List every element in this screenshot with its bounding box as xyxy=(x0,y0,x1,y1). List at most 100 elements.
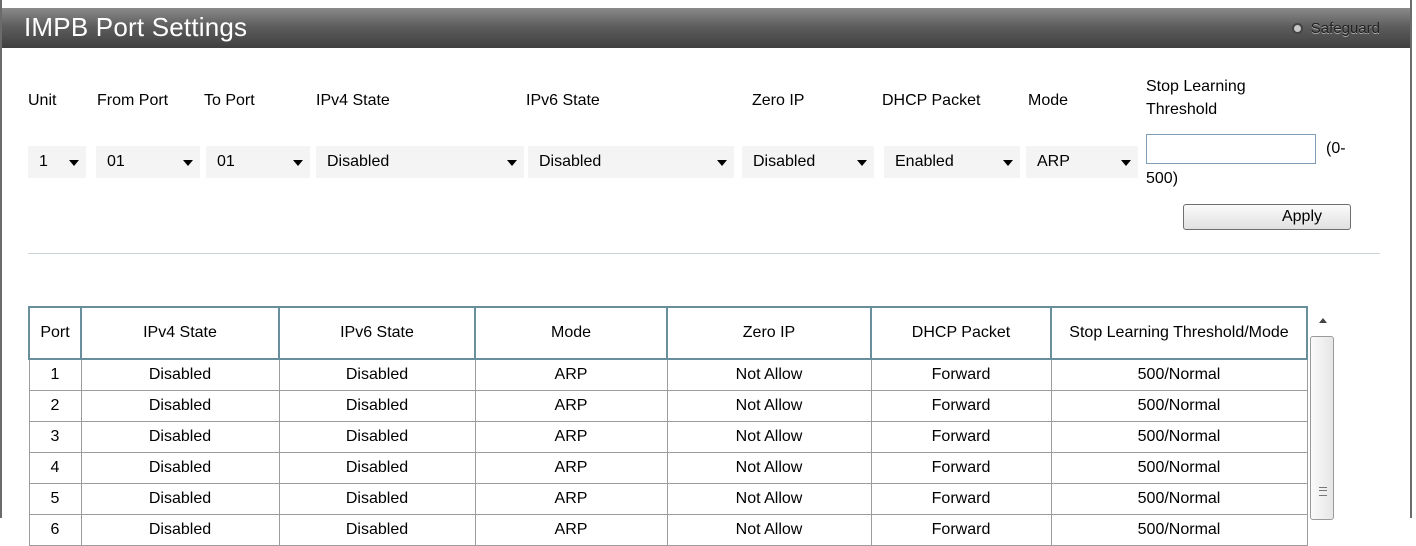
to-port-select-value: 01 xyxy=(217,153,235,170)
cell-ipv6-state: Disabled xyxy=(278,483,476,515)
cell-ipv6-state: Disabled xyxy=(278,358,476,391)
ipv4-state-select[interactable]: Disabled xyxy=(316,146,524,178)
header-ipv4-state: IPv4 State xyxy=(80,306,280,360)
cell-stop-learning: 500/Normal xyxy=(1050,452,1308,484)
cell-ipv6-state: Disabled xyxy=(278,421,476,453)
cell-dhcp-packet: Forward xyxy=(870,421,1052,453)
unit-select[interactable]: 1 xyxy=(28,146,86,178)
threshold-range-part1: (0- xyxy=(1326,140,1346,157)
table-scrollbar[interactable] xyxy=(1309,306,1337,520)
cell-mode: ARP xyxy=(474,452,668,484)
cell-zero-ip: Not Allow xyxy=(666,421,872,453)
cell-mode: ARP xyxy=(474,390,668,422)
chevron-down-icon xyxy=(857,160,867,166)
cell-ipv4-state: Disabled xyxy=(80,358,280,391)
cell-dhcp-packet: Forward xyxy=(870,452,1052,484)
cell-mode: ARP xyxy=(474,421,668,453)
ipv6-state-label: IPv6 State xyxy=(526,92,600,109)
cell-zero-ip: Not Allow xyxy=(666,452,872,484)
from-port-select-value: 01 xyxy=(107,153,125,170)
grip-icon xyxy=(1319,487,1327,496)
dhcp-packet-select-value: Enabled xyxy=(895,153,954,170)
from-port-select[interactable]: 01 xyxy=(96,146,200,178)
port-settings-table: Port IPv4 State IPv6 State Mode Zero IP … xyxy=(28,306,1308,546)
zero-ip-select[interactable]: Disabled xyxy=(742,146,874,178)
to-port-select[interactable]: 01 xyxy=(206,146,310,178)
cell-dhcp-packet: Forward xyxy=(870,390,1052,422)
to-port-label: To Port xyxy=(204,92,255,109)
mode-select[interactable]: ARP xyxy=(1026,146,1138,178)
cell-port: 3 xyxy=(28,421,82,453)
port-table-container: Port IPv4 State IPv6 State Mode Zero IP … xyxy=(28,306,1308,546)
dhcp-packet-label: DHCP Packet xyxy=(882,92,981,109)
chevron-down-icon xyxy=(1121,160,1131,166)
chevron-down-icon xyxy=(183,160,193,166)
header-port: Port xyxy=(28,306,82,360)
cell-ipv4-state: Disabled xyxy=(80,421,280,453)
cell-mode: ARP xyxy=(474,483,668,515)
table-row: 6 Disabled Disabled ARP Not Allow Forwar… xyxy=(28,514,1308,546)
zero-ip-select-value: Disabled xyxy=(753,153,816,170)
chevron-down-icon xyxy=(293,160,303,166)
ipv4-state-label: IPv4 State xyxy=(316,92,390,109)
radio-circle-icon xyxy=(1291,22,1303,34)
cell-dhcp-packet: Forward xyxy=(870,483,1052,515)
stop-learning-label-line1: Stop Learning xyxy=(1146,78,1246,95)
cell-mode: ARP xyxy=(474,514,668,546)
cell-ipv4-state: Disabled xyxy=(80,514,280,546)
section-divider xyxy=(28,253,1380,254)
cell-dhcp-packet: Forward xyxy=(870,514,1052,546)
threshold-input[interactable] xyxy=(1146,134,1316,164)
chevron-down-icon xyxy=(1003,160,1013,166)
safeguard-indicator[interactable]: Safeguard xyxy=(1291,18,1380,38)
cell-port: 5 xyxy=(28,483,82,515)
ipv4-state-select-value: Disabled xyxy=(327,153,390,170)
cell-stop-learning: 500/Normal xyxy=(1050,421,1308,453)
unit-select-value: 1 xyxy=(39,153,48,170)
apply-button-label: Apply xyxy=(1281,208,1323,225)
header-dhcp-packet: DHCP Packet xyxy=(870,306,1052,360)
cell-stop-learning: 500/Normal xyxy=(1050,514,1308,546)
cell-zero-ip: Not Allow xyxy=(666,358,872,391)
chevron-down-icon xyxy=(507,160,517,166)
apply-button[interactable]: Apply xyxy=(1183,204,1351,230)
stop-learning-label-line2: Threshold xyxy=(1146,101,1218,118)
cell-stop-learning: 500/Normal xyxy=(1050,483,1308,515)
cell-port: 4 xyxy=(28,452,82,484)
title-bar: IMPB Port Settings Safeguard xyxy=(2,8,1410,48)
cell-port: 2 xyxy=(28,390,82,422)
cell-ipv4-state: Disabled xyxy=(80,483,280,515)
cell-ipv4-state: Disabled xyxy=(80,390,280,422)
cell-stop-learning: 500/Normal xyxy=(1050,390,1308,422)
safeguard-label: Safeguard xyxy=(1310,19,1380,37)
arrow-up-icon[interactable] xyxy=(1319,318,1327,323)
mode-label: Mode xyxy=(1028,92,1069,109)
header-ipv6-state: IPv6 State xyxy=(278,306,476,360)
header-stop-learning: Stop Learning Threshold/Mode xyxy=(1050,306,1308,360)
chevron-down-icon xyxy=(69,160,79,166)
cell-ipv6-state: Disabled xyxy=(278,390,476,422)
header-mode: Mode xyxy=(474,306,668,360)
unit-label: Unit xyxy=(28,92,57,109)
cell-port: 1 xyxy=(28,358,82,391)
table-row: 4 Disabled Disabled ARP Not Allow Forwar… xyxy=(28,452,1308,484)
cell-mode: ARP xyxy=(474,358,668,391)
chevron-down-icon xyxy=(717,160,727,166)
cell-stop-learning: 500/Normal xyxy=(1050,358,1308,391)
cell-port: 6 xyxy=(28,514,82,546)
table-row: 3 Disabled Disabled ARP Not Allow Forwar… xyxy=(28,421,1308,453)
ipv6-state-select[interactable]: Disabled xyxy=(528,146,734,178)
table-row: 5 Disabled Disabled ARP Not Allow Forwar… xyxy=(28,483,1308,515)
cell-ipv4-state: Disabled xyxy=(80,452,280,484)
cell-zero-ip: Not Allow xyxy=(666,514,872,546)
scrollbar-thumb[interactable] xyxy=(1310,336,1334,520)
header-zero-ip: Zero IP xyxy=(666,306,872,360)
cell-ipv6-state: Disabled xyxy=(278,452,476,484)
dhcp-packet-select[interactable]: Enabled xyxy=(884,146,1020,178)
threshold-range-part2: 500) xyxy=(1146,170,1179,187)
zero-ip-label: Zero IP xyxy=(752,92,805,109)
table-row: 2 Disabled Disabled ARP Not Allow Forwar… xyxy=(28,390,1308,422)
mode-select-value: ARP xyxy=(1037,153,1070,170)
page-title: IMPB Port Settings xyxy=(24,12,248,42)
table-header-row: Port IPv4 State IPv6 State Mode Zero IP … xyxy=(28,306,1308,360)
